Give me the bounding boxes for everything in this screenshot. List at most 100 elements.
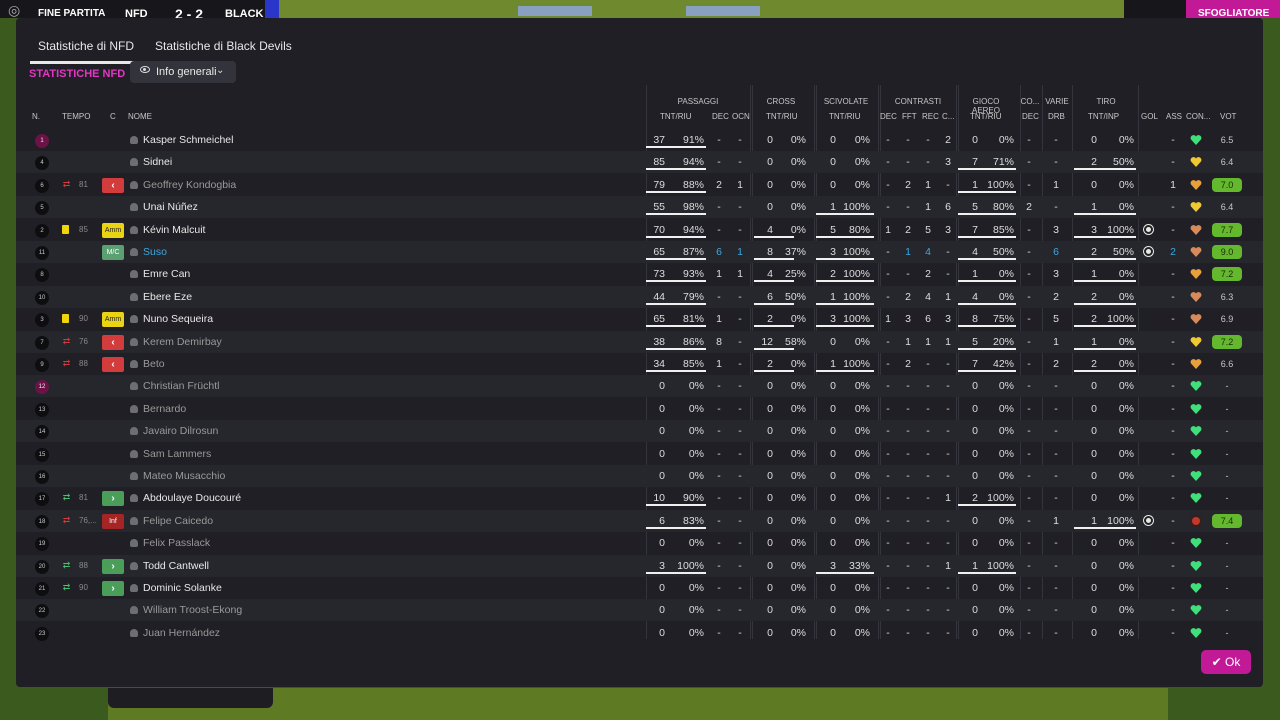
table-row[interactable]: 11 M/C Suso 65 87% 6 1 8 37% 3 100% -1 4-4 50% -6 2 50% 2… <box>16 241 1263 263</box>
player-name[interactable]: Geoffrey Kondogbia <box>130 174 236 196</box>
tab-black-devils[interactable]: Statistiche di Black Devils <box>147 36 301 64</box>
player-name[interactable]: Sam Lammers <box>130 443 211 465</box>
stat-percent: 0% <box>854 134 870 146</box>
var-drb: 1 <box>1053 335 1059 348</box>
player-name[interactable]: Beto <box>130 353 165 375</box>
table-row[interactable]: 20 ⇄ 88 › Todd Cantwell 3 100% - -0 0% 3 33% - - -1 1 10… <box>16 554 1263 577</box>
rating-badge: - <box>1225 493 1229 504</box>
table-row[interactable]: 17 ⇄ 81 › Abdoulaye Doucouré 10 90% - -0 0% 0 0% - - -… <box>16 487 1263 509</box>
con-c: - <box>946 425 950 438</box>
co-dec: - <box>1027 223 1031 236</box>
fine-partita-label[interactable]: FINE PARTITA <box>38 8 105 18</box>
con-fft: - <box>906 537 910 550</box>
stat-bar <box>958 504 1016 507</box>
table-row[interactable]: 2 85 Amm Kévin Malcuit 70 94% - -4 0% 5 80% 1 2 5 3 7 85… <box>16 219 1263 241</box>
player-name[interactable]: Ebere Eze <box>130 286 192 308</box>
table-row[interactable]: 4 Sidnei 85 94% - -0 0% 0 0% - - -3 7 71% - -2 50% -6.4 <box>16 151 1263 174</box>
player-name[interactable]: Kerem Demirbay <box>130 331 222 353</box>
person-icon <box>130 360 138 368</box>
ass-value: - <box>1171 559 1175 572</box>
table-row[interactable]: 22 William Troost-Ekong 0 0% - -0 0% 0 0% - - - -0 0%… <box>16 599 1263 622</box>
booked-badge: Amm <box>102 222 124 238</box>
player-name-text: Sidnei <box>143 156 173 169</box>
player-name-text: Christian Früchtl <box>143 380 220 393</box>
stat-percent: 0% <box>1118 425 1134 438</box>
player-name[interactable]: Nuno Sequeira <box>130 308 213 330</box>
person-icon <box>130 539 138 548</box>
sfogliatore-button[interactable]: SFOGLIATORE <box>1186 0 1280 18</box>
pass-ocn: - <box>738 514 742 527</box>
player-name[interactable]: Mateo Musacchio <box>130 465 225 487</box>
player-name[interactable]: Kasper Schmeichel <box>130 129 233 151</box>
table-row[interactable]: 19 Felix Passlack 0 0% - -0 0% 0 0% - - - -0 0% - -0 0% -… <box>16 532 1263 554</box>
ass-value: - <box>1171 514 1175 527</box>
tab-nfd[interactable]: Statistiche di NFD <box>30 36 144 64</box>
stat-value: 0 <box>1091 134 1097 146</box>
player-name[interactable]: Unai Núñez <box>130 196 198 218</box>
table-row[interactable]: 8 Emre Can 73 93% 1 1 4 25% 2 100% - -2-1 0% -3 1 0% -7.… <box>16 263 1263 285</box>
pass-ocn: - <box>738 582 742 594</box>
pass-dec: - <box>717 470 721 482</box>
table-row[interactable]: 14 Javairo Dilrosun 0 0% - -0 0% 0 0% - - - -0 0% - -0 0… <box>16 420 1263 443</box>
con-dec: 1 <box>885 223 891 236</box>
condition-heart-icon <box>1190 583 1202 593</box>
player-name[interactable]: Dominic Solanke <box>130 577 222 599</box>
pass-dec: - <box>717 559 721 572</box>
player-name[interactable]: Felix Passlack <box>130 532 210 554</box>
table-row[interactable]: 5 Unai Núñez 55 98% - -0 0% 1 100% - -1 6 5 80% 2-1 0% -… <box>16 196 1263 219</box>
player-name[interactable]: Kévin Malcuit <box>130 219 205 241</box>
var-drb: - <box>1054 492 1058 505</box>
pass-ocn: 1 <box>737 268 743 281</box>
rating-badge: 7.4 <box>1212 513 1242 528</box>
table-row[interactable]: 12 Christian Früchtl 0 0% - -0 0% 0 0% - - - -0 0% - -0… <box>16 375 1263 398</box>
stat-value: 0 <box>659 447 665 460</box>
view-dropdown[interactable]: Info generali ⌄ <box>130 61 236 83</box>
stat-percent: 0% <box>790 425 806 438</box>
table-row[interactable]: 23 Juan Hernández 0 0% - -0 0% 0 0% - - - -0 0% - -0 0% -… <box>16 622 1263 644</box>
player-name[interactable]: Javairo Dilrosun <box>130 420 218 442</box>
var-drb: - <box>1054 201 1058 214</box>
table-row[interactable]: 3 90 Amm Nuno Sequeira 65 81% 1-2 0% 3 100% 1 3 6 3 8 7… <box>16 308 1263 330</box>
player-name[interactable]: Suso <box>130 241 167 263</box>
stat-percent: 0% <box>998 514 1014 527</box>
injury-badge: Inf <box>102 513 124 529</box>
con-rec: 1 <box>925 178 931 191</box>
match-topbar: ◎ FINE PARTITA NFD 2 - 2 BLACK SFOGLIATO… <box>0 0 1280 18</box>
table-row[interactable]: 21 ⇄ 90 › Dominic Solanke 0 0% - -0 0% 0 0% - - - -0 0% -… <box>16 577 1263 599</box>
table-row[interactable]: 9 ⇄ 88 ‹ Beto 34 85% 1-2 0% 1 100% -2- -7 42% -2 2 0% -6.… <box>16 353 1263 375</box>
stat-value: 0 <box>1091 604 1097 617</box>
ok-button[interactable]: ✔ Ok <box>1201 650 1251 674</box>
player-name[interactable]: William Troost-Ekong <box>130 599 242 621</box>
player-name[interactable]: Juan Hernández <box>130 622 220 644</box>
table-row[interactable]: 13 Bernardo 0 0% - -0 0% 0 0% - - - -0 0% - -0 0% - - <box>16 398 1263 420</box>
table-row[interactable]: 7 ⇄ 76 ‹ Kerem Demirbay 38 86% 8-12 58% 0 0% -1 1 1 5 2… <box>16 330 1263 353</box>
player-name[interactable]: Christian Früchtl <box>130 375 219 397</box>
stats-panel: Statistiche di NFD Statistiche di Black … <box>16 18 1263 687</box>
table-row[interactable]: 18 ⇄ 76,... Inf Felipe Caicedo 6 83% - -0 0% 0 0% - -… <box>16 509 1263 532</box>
player-name[interactable]: Bernardo <box>130 398 186 420</box>
player-name[interactable]: Emre Can <box>130 263 190 285</box>
stat-bar <box>646 526 706 529</box>
rating-badge: - <box>1225 605 1229 616</box>
pass-dec: - <box>717 425 721 438</box>
table-row[interactable]: 6 ⇄ 81 ‹ Geoffrey Kondogbia 79 88% 2 1 0 0% 0 0% -2 1-… <box>16 174 1263 196</box>
table-row[interactable]: 1 Kasper Schmeichel 37 91% - -0 0% 0 0% - - -2 0 0% - -… <box>16 129 1263 151</box>
con-rec: 5 <box>925 223 931 236</box>
player-name[interactable]: Felipe Caicedo <box>130 510 213 532</box>
table-row[interactable]: 10 Ebere Eze 44 79% - -6 50% 1 100% -2 4 1 4 0% -2 2 0% -… <box>16 285 1263 308</box>
pass-ocn: - <box>738 470 742 482</box>
person-icon <box>130 606 138 615</box>
player-name[interactable]: Sidnei <box>130 151 172 173</box>
table-row[interactable]: 15 Sam Lammers 0 0% - -0 0% 0 0% - - - -0 0% - -0 0% - - <box>16 443 1263 465</box>
con-dec: - <box>886 425 890 438</box>
player-name[interactable]: Todd Cantwell <box>130 555 209 577</box>
var-drb: 2 <box>1053 358 1059 370</box>
player-name[interactable]: Abdoulaye Doucouré <box>130 487 241 509</box>
co-dec: - <box>1027 156 1031 169</box>
co-dec: - <box>1027 178 1031 191</box>
shirt-number-badge: 15 <box>35 447 49 462</box>
var-drb: - <box>1054 626 1058 639</box>
stat-percent: 0% <box>790 402 806 415</box>
con-rec: 6 <box>925 313 931 326</box>
table-row[interactable]: 16 Mateo Musacchio 0 0% - -0 0% 0 0% - - - -0 0% - -0 0%… <box>16 465 1263 487</box>
